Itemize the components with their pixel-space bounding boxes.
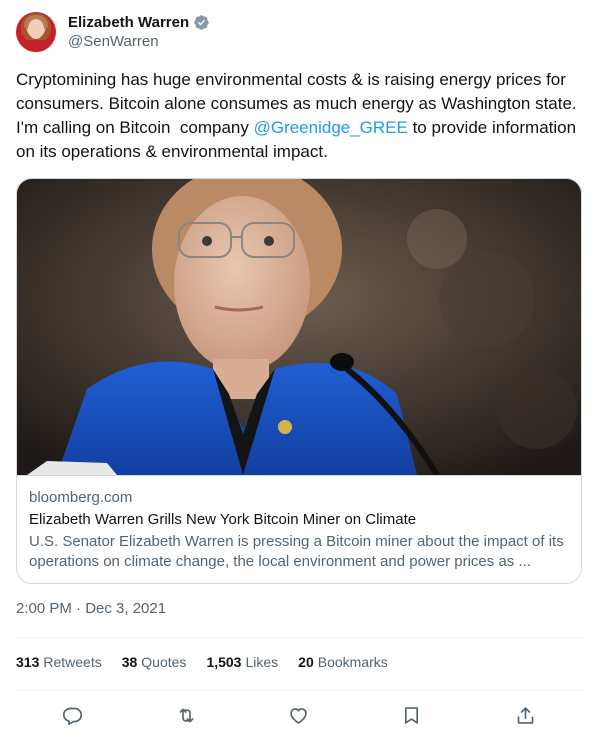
author-name-row: Elizabeth Warren xyxy=(68,12,210,32)
verified-badge-icon xyxy=(194,14,209,30)
author-handle[interactable]: @SenWarren xyxy=(68,33,159,50)
card-image[interactable] xyxy=(17,179,581,475)
card-description: U.S. Senator Elizabeth Warren is pressin… xyxy=(29,533,564,570)
bookmark-icon xyxy=(404,706,418,724)
tweet-text: Cryptomining has huge environmental cost… xyxy=(16,68,586,164)
senator-photo xyxy=(17,179,581,475)
card-title[interactable]: Elizabeth Warren Grills New York Bitcoin… xyxy=(29,510,571,530)
card-domain: bloomberg.com xyxy=(29,489,133,506)
bookmarks-stat[interactable]: 20 Bookmarks xyxy=(298,654,388,674)
reply-button[interactable] xyxy=(52,700,92,730)
divider xyxy=(16,690,582,691)
mention-link[interactable]: @Greenidge_GREE xyxy=(254,118,408,137)
quotes-stat[interactable]: 38 Quotes xyxy=(122,654,187,674)
retweets-label: Retweets xyxy=(43,654,102,670)
like-icon xyxy=(289,707,307,724)
bookmark-button[interactable] xyxy=(391,700,431,730)
quotes-count: 38 xyxy=(121,654,138,670)
bookmarks-label: Bookmarks xyxy=(317,654,388,670)
share-icon xyxy=(517,706,533,724)
bookmarks-count: 20 xyxy=(298,654,314,670)
retweet-icon xyxy=(179,708,193,722)
link-card[interactable]: bloomberg.com Elizabeth Warren Grills Ne… xyxy=(16,178,582,584)
likes-label: Likes xyxy=(245,654,279,670)
retweets-stat[interactable]: 313 Retweets xyxy=(16,654,102,674)
share-button[interactable] xyxy=(505,700,545,730)
likes-stat[interactable]: 1,503 Likes xyxy=(206,654,278,674)
reply-icon xyxy=(62,707,82,725)
like-button[interactable] xyxy=(278,700,318,730)
action-bar xyxy=(16,700,582,730)
quotes-label: Quotes xyxy=(141,654,187,670)
tweet-header: Elizabeth Warren @SenWarren xyxy=(16,12,582,56)
engagement-stats: 313 Retweets 38 Quotes 1,503 Likes 20 Bookma… xyxy=(16,654,388,674)
tweet-timestamp[interactable]: 2:00 PM · Dec 3, 2021 xyxy=(16,600,166,617)
avatar[interactable] xyxy=(16,12,56,52)
card-body[interactable]: bloomberg.com Elizabeth Warren Grills Ne… xyxy=(17,475,581,583)
likes-count: 1,503 xyxy=(206,654,242,670)
retweet-button[interactable] xyxy=(166,700,206,730)
author-display-name[interactable]: Elizabeth Warren xyxy=(68,14,189,31)
divider xyxy=(16,637,582,638)
retweets-count: 313 xyxy=(16,654,40,670)
